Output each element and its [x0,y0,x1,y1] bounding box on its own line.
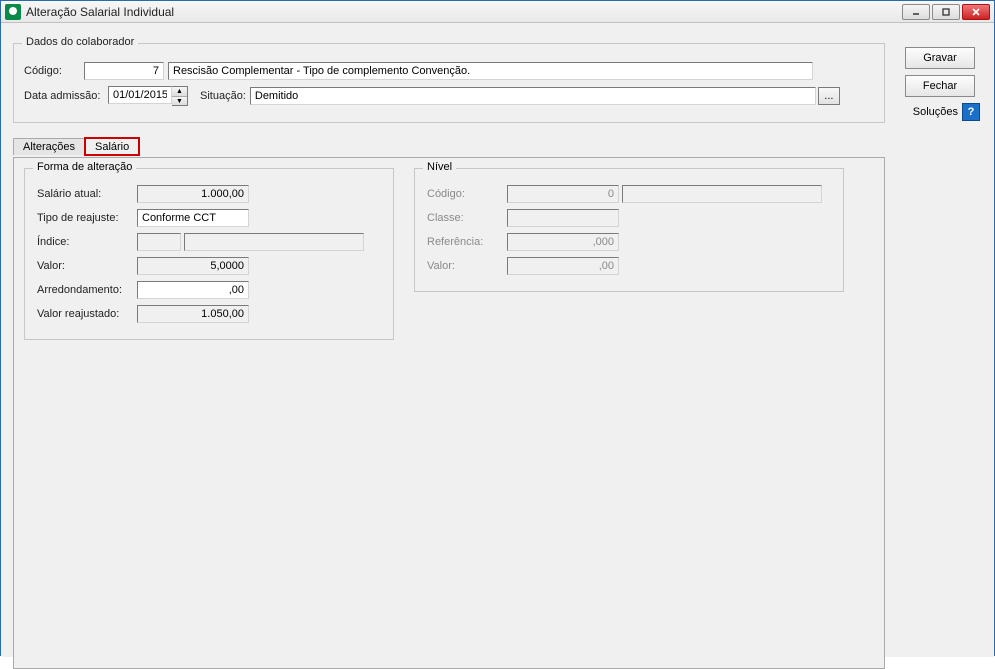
minimize-button[interactable] [902,4,930,20]
data-admissao-spinner[interactable]: ▲ ▼ [108,86,188,106]
close-button[interactable] [962,4,990,20]
valor-label: Valor: [37,260,137,272]
descricao-input[interactable] [168,62,813,80]
group-nivel: Nível Código: Classe: Referência: Valor: [414,168,844,292]
maximize-button[interactable] [932,4,960,20]
nivel-codigo-desc-input [622,185,822,203]
nivel-classe-label: Classe: [427,212,507,224]
valor-input [137,257,249,275]
nivel-classe-input [507,209,619,227]
valor-reajustado-input [137,305,249,323]
tipo-reajuste-label: Tipo de reajuste: [37,212,137,224]
group-dados-colaborador: Dados do colaborador Código: Data admiss… [13,43,885,123]
fechar-button[interactable]: Fechar [905,75,975,97]
situacao-label: Situação: [200,90,246,102]
codigo-input[interactable] [84,62,164,80]
data-admissao-input[interactable] [108,86,172,104]
situacao-input[interactable] [250,87,816,105]
window-title: Alteração Salarial Individual [26,5,902,19]
group-legend: Dados do colaborador [22,36,138,48]
indice-codigo-input [137,233,181,251]
tipo-reajuste-input[interactable] [137,209,249,227]
tab-salario[interactable]: Salário [85,138,139,155]
tabs: AlteraçõesSalário [13,137,885,157]
salario-atual-input [137,185,249,203]
tab-alteracoes[interactable]: Alterações [13,138,85,155]
nivel-referencia-label: Referência: [427,236,507,248]
tab-sheet-salario: Forma de alteração Salário atual: Tipo d… [13,157,885,669]
arredondamento-label: Arredondamento: [37,284,137,296]
indice-desc-input [184,233,364,251]
group-legend: Forma de alteração [33,161,136,173]
spin-up-icon[interactable]: ▲ [172,87,187,96]
codigo-label: Código: [24,65,84,77]
nivel-valor-label: Valor: [427,260,507,272]
group-legend: Nível [423,161,456,173]
nivel-valor-input [507,257,619,275]
titlebar: Alteração Salarial Individual [1,1,994,23]
group-forma-alteracao: Forma de alteração Salário atual: Tipo d… [24,168,394,340]
arredondamento-input[interactable] [137,281,249,299]
solucoes-label: Soluções [913,106,958,118]
salario-atual-label: Salário atual: [37,188,137,200]
nivel-codigo-input [507,185,619,203]
gravar-button[interactable]: Gravar [905,47,975,69]
help-icon[interactable]: ? [962,103,980,121]
indice-label: Índice: [37,236,137,248]
nivel-referencia-input [507,233,619,251]
nivel-codigo-label: Código: [427,188,507,200]
app-icon [5,4,21,20]
spin-down-icon[interactable]: ▼ [172,96,187,105]
data-admissao-label: Data admissão: [24,90,108,102]
situacao-lookup-button[interactable]: ... [818,87,840,105]
valor-reajustado-label: Valor reajustado: [37,308,137,320]
